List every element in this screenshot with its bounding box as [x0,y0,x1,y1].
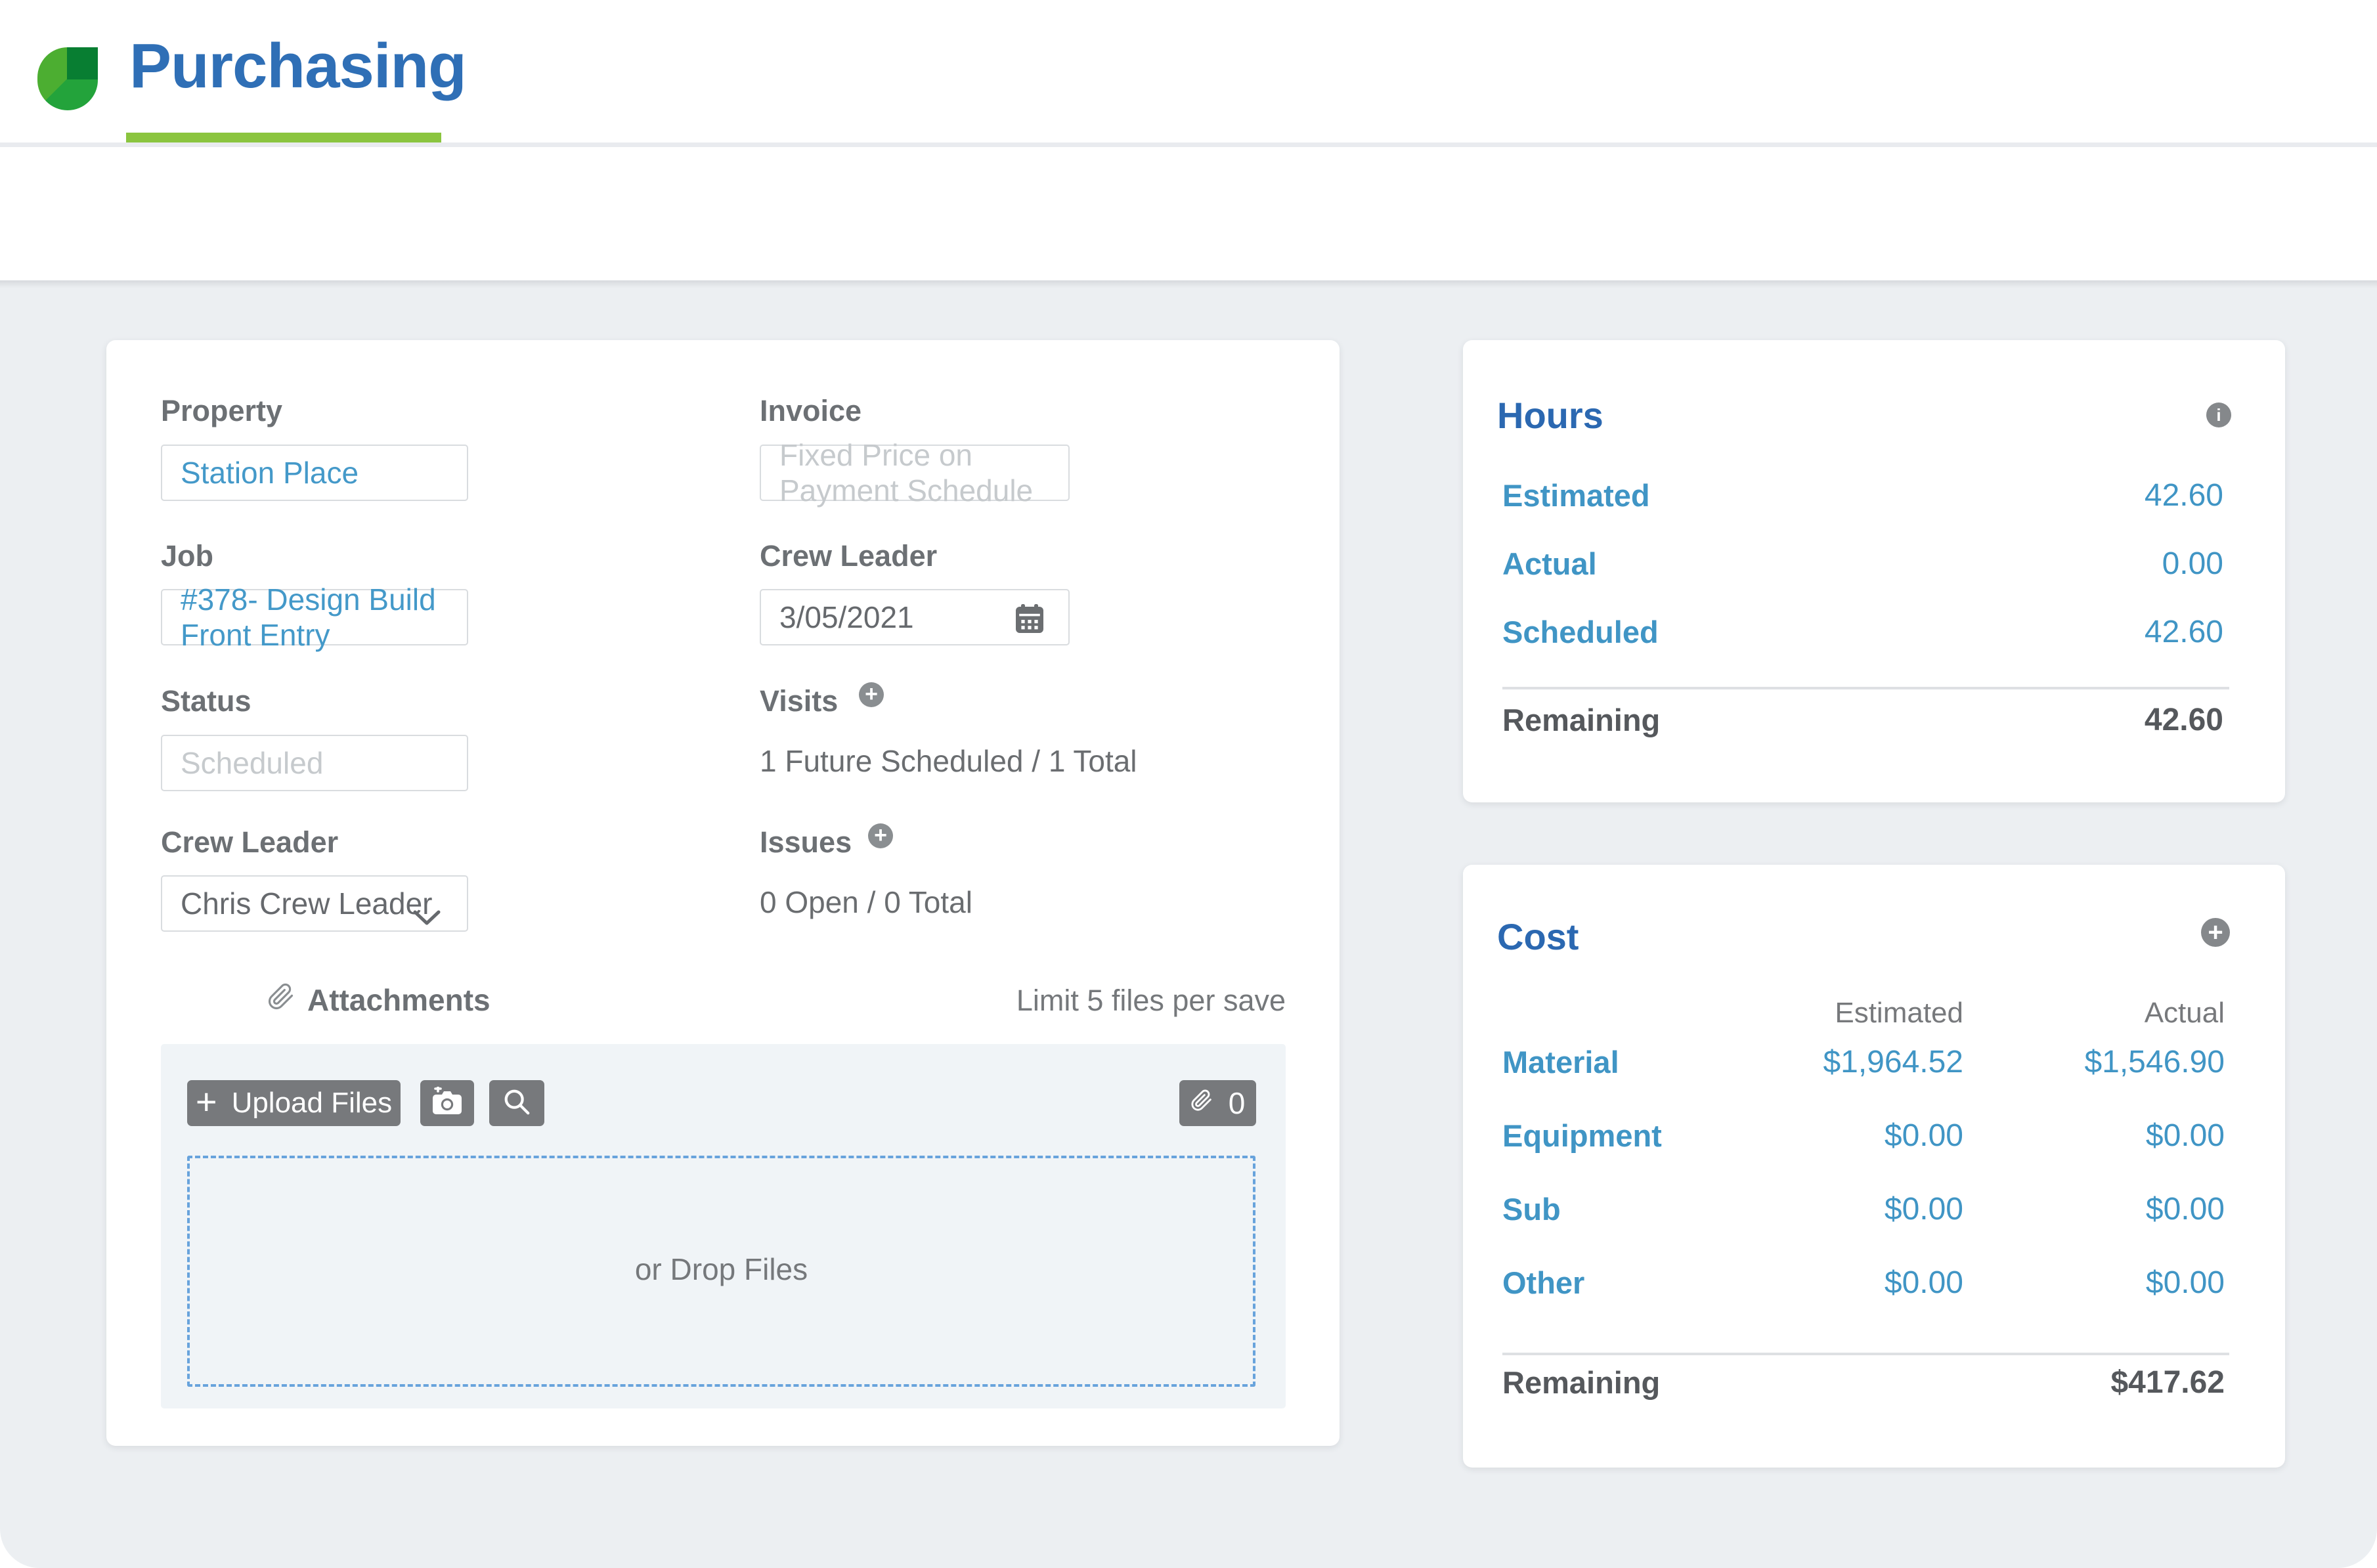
status-placeholder: Scheduled [181,745,323,781]
chevron-down-icon [413,898,441,933]
job-value: #378- Design Build Front Entry [181,582,448,653]
cost-column-estimated: Estimated [1835,997,1963,1030]
cost-divider [1502,1353,2229,1355]
attachment-count: 0 [1229,1085,1246,1121]
visits-label: Visits [760,684,838,718]
invoice-placeholder: Fixed Price on Payment Schedule [779,437,1050,508]
visits-summary: 1 Future Scheduled / 1 Total [760,743,1137,779]
crew-leader-date-value: 3/05/2021 [779,599,914,635]
upload-files-label: Upload Files [232,1087,393,1120]
property-field[interactable]: Station Place [161,445,468,501]
hours-actual-label[interactable]: Actual [1502,546,1597,582]
cost-row-remaining: Remaining $417.62 [1463,1364,2285,1401]
cost-row-equipment: Equipment $0.00 $0.00 [1463,1118,2285,1154]
add-visit-button[interactable]: + [859,682,884,707]
cost-column-actual: Actual [2145,997,2225,1030]
cost-equipment-actual: $0.00 [2146,1118,2225,1154]
take-photo-button[interactable] [420,1080,474,1126]
attachments-panel: + Upload Files [161,1044,1286,1408]
attachments-label: Attachments [307,982,491,1018]
cost-equipment-estimated: $0.00 [1885,1118,1963,1154]
attachment-counter-badge[interactable]: 0 [1179,1080,1256,1126]
hours-row-remaining: Remaining 42.60 [1502,701,2223,738]
cost-other-actual: $0.00 [2146,1265,2225,1301]
hours-remaining-label: Remaining [1502,702,1660,738]
cost-equipment-label[interactable]: Equipment [1502,1118,1662,1154]
search-icon [502,1087,532,1120]
camera-icon [430,1087,464,1120]
hours-estimated-value: 42.60 [2145,477,2223,513]
cost-row-other: Other $0.00 $0.00 [1463,1265,2285,1301]
cost-material-label[interactable]: Material [1502,1044,1619,1080]
cost-remaining-value: $417.62 [2110,1364,2225,1401]
cost-title: Cost [1497,915,1579,958]
invoice-field[interactable]: Fixed Price on Payment Schedule [760,445,1070,501]
crew-leader-select-label: Crew Leader [161,825,338,860]
issues-summary: 0 Open / 0 Total [760,884,972,920]
add-issue-button[interactable]: + [868,823,893,848]
search-attachments-button[interactable] [489,1080,544,1126]
cost-other-label[interactable]: Other [1502,1265,1584,1301]
hours-scheduled-value: 42.60 [2145,614,2223,650]
drop-files-hint: or Drop Files [190,1252,1253,1287]
property-label: Property [161,394,282,428]
hours-estimated-label[interactable]: Estimated [1502,477,1650,513]
add-cost-button[interactable]: + [2201,918,2230,947]
status-label: Status [161,684,251,718]
hours-actual-value: 0.00 [2162,546,2223,582]
crew-leader-date-field[interactable]: 3/05/2021 [760,589,1070,645]
file-drop-zone[interactable]: or Drop Files [187,1156,1255,1387]
purchasing-window: Purchasing #7380 Plant Installation (1 o… [0,0,2377,1568]
cost-material-actual: $1,546.90 [2084,1044,2225,1080]
cost-other-estimated: $0.00 [1885,1265,1963,1301]
hours-scheduled-label[interactable]: Scheduled [1502,614,1659,650]
hours-panel: Hours i Estimated 42.60 Actual 0.00 Sche… [1463,340,2285,802]
cost-row-material: Material $1,964.52 $1,546.90 [1463,1044,2285,1081]
job-label: Job [161,539,213,573]
hours-divider [1502,687,2229,689]
crew-leader-select-value: Chris Crew Leader [181,886,432,921]
sub-header: #7380 Plant Installation (1 of 1) Save [0,147,2377,280]
work-ticket-form-card: Property Station Place Invoice Fixed Pri… [106,340,1340,1446]
top-header: Purchasing [0,0,2377,142]
calendar-icon[interactable] [1014,603,1045,642]
cost-row-sub: Sub $0.00 $0.00 [1463,1191,2285,1228]
hours-row-actual: Actual 0.00 [1502,545,2223,582]
issues-label: Issues [760,825,852,860]
invoice-label: Invoice [760,394,861,428]
active-tab-underline [126,133,441,142]
attachments-limit-note: Limit 5 files per save [1016,984,1286,1018]
cost-sub-estimated: $0.00 [1885,1191,1963,1227]
aspire-leaf-logo [37,47,98,110]
upload-files-button[interactable]: + Upload Files [187,1080,401,1126]
sub-header-shadow [0,280,2377,288]
property-value: Station Place [181,455,359,490]
paperclip-icon [1190,1085,1213,1121]
paperclip-icon [267,980,295,1017]
cost-panel: Cost + Estimated Actual Material $1,964.… [1463,865,2285,1468]
cost-sub-actual: $0.00 [2146,1191,2225,1227]
job-field[interactable]: #378- Design Build Front Entry [161,589,468,645]
tab-purchasing[interactable]: Purchasing [129,30,466,102]
header-divider [0,142,2377,147]
hours-row-estimated: Estimated 42.60 [1502,477,2223,513]
crew-leader-select[interactable]: Chris Crew Leader [161,875,468,932]
info-icon[interactable]: i [2206,403,2231,427]
hours-remaining-value: 42.60 [2145,702,2223,738]
status-field[interactable]: Scheduled [161,735,468,791]
hours-row-scheduled: Scheduled 42.60 [1502,613,2223,650]
cost-remaining-label: Remaining [1502,1364,1660,1401]
cost-sub-label[interactable]: Sub [1502,1191,1561,1227]
hours-title: Hours [1497,394,1603,437]
crew-leader-date-label: Crew Leader [760,539,937,573]
cost-material-estimated: $1,964.52 [1823,1044,1963,1080]
